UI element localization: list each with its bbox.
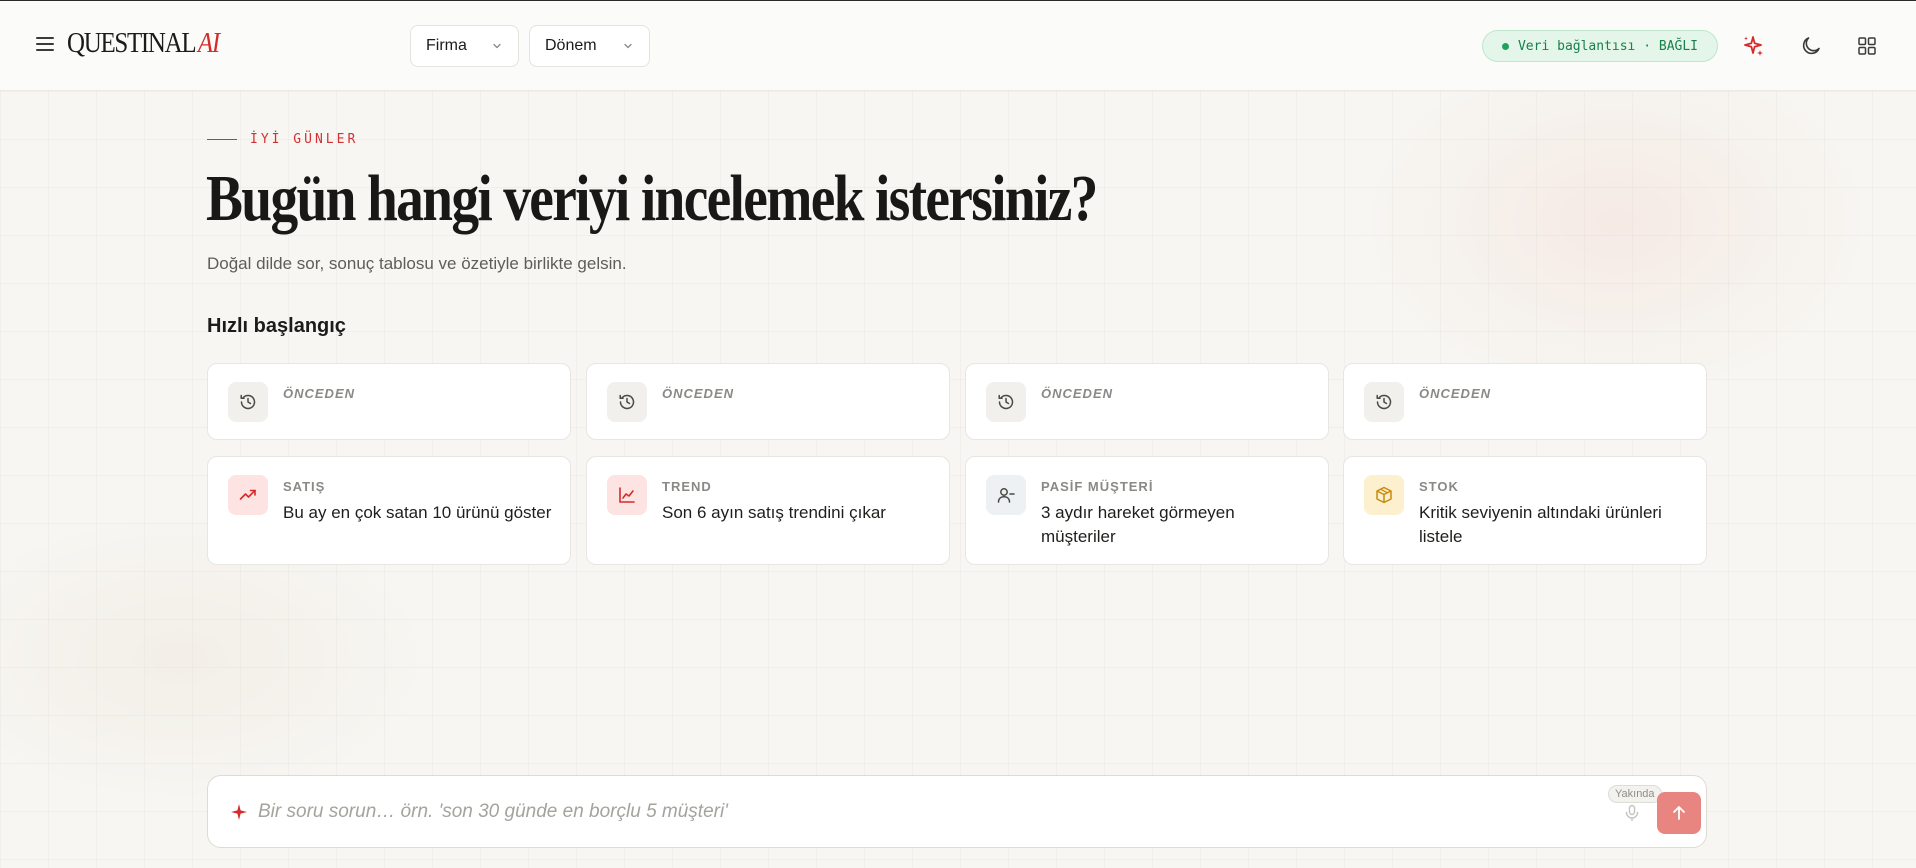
donem-select-label: Dönem bbox=[545, 37, 597, 54]
page-subtitle: Doğal dilde sor, sonuç tablosu ve özetiy… bbox=[207, 254, 627, 273]
card-category: ÖNCEDEN bbox=[1419, 386, 1492, 401]
sparkle-icon[interactable] bbox=[1741, 34, 1765, 58]
history-icon bbox=[607, 382, 647, 422]
firma-select[interactable]: Firma bbox=[410, 25, 519, 67]
card-category: STOK bbox=[1419, 479, 1459, 494]
logo-accent-text: AI bbox=[197, 27, 220, 59]
background-glow bbox=[1356, 41, 1876, 401]
app-logo[interactable]: QUESTINALAI bbox=[67, 27, 220, 60]
history-icon bbox=[228, 382, 268, 422]
donem-select[interactable]: Dönem bbox=[529, 25, 650, 67]
recent-query-card[interactable]: ÖNCEDEN bbox=[1343, 363, 1707, 440]
history-icon bbox=[1364, 382, 1404, 422]
trending-up-icon bbox=[228, 475, 268, 515]
card-text: Son 6 ayın satış trendini çıkar bbox=[662, 503, 886, 522]
card-category: TREND bbox=[662, 479, 712, 494]
quick-start-card-stock[interactable]: STOK Kritik seviyenin altındaki ürünleri… bbox=[1343, 456, 1707, 565]
quick-start-card-trend[interactable]: TREND Son 6 ayın satış trendini çıkar bbox=[586, 456, 950, 565]
quick-start-card-passive-customers[interactable]: PASİF MÜŞTERİ 3 aydır hareket görmeyen m… bbox=[965, 456, 1329, 565]
user-minus-icon bbox=[986, 475, 1026, 515]
status-dot bbox=[1501, 42, 1509, 50]
recent-query-card[interactable]: ÖNCEDEN bbox=[965, 363, 1329, 440]
card-text: 3 aydır hareket görmeyen müşteriler bbox=[1041, 503, 1235, 546]
card-text: Kritik seviyenin altındaki ürünleri list… bbox=[1419, 503, 1662, 546]
top-bar: QUESTINALAI Firma Dönem Veri bağlantısı … bbox=[0, 1, 1916, 91]
card-category: ÖNCEDEN bbox=[662, 386, 735, 401]
chevron-down-icon bbox=[624, 43, 632, 49]
question-input[interactable] bbox=[258, 796, 1498, 828]
line-chart-icon bbox=[607, 475, 647, 515]
connection-status-badge: Veri bağlantısı · BAĞLI bbox=[1482, 30, 1718, 62]
eyebrow-line bbox=[207, 139, 237, 140]
coming-soon-badge: Yakında bbox=[1608, 785, 1662, 803]
page-title: Bugün hangi veriyi incelemek istersiniz? bbox=[206, 162, 1098, 235]
greeting-eyebrow: İYİ GÜNLER bbox=[207, 132, 358, 147]
card-category: PASİF MÜŞTERİ bbox=[1041, 479, 1154, 494]
arrow-up-icon bbox=[1673, 806, 1685, 820]
microphone-icon bbox=[1625, 804, 1639, 822]
quick-start-title: Hızlı başlangıç bbox=[207, 315, 346, 337]
menu-icon[interactable] bbox=[36, 37, 54, 51]
history-icon bbox=[986, 382, 1026, 422]
sparkle-icon bbox=[231, 804, 247, 820]
moon-icon[interactable] bbox=[1799, 34, 1823, 58]
connection-status-text: Veri bağlantısı · BAĞLI bbox=[1517, 38, 1698, 54]
logo-main-text: QUESTINAL bbox=[67, 27, 197, 59]
recent-query-card[interactable]: ÖNCEDEN bbox=[207, 363, 571, 440]
send-button[interactable] bbox=[1657, 792, 1701, 834]
card-category: ÖNCEDEN bbox=[1041, 386, 1114, 401]
chevron-down-icon bbox=[493, 43, 501, 49]
recent-query-card[interactable]: ÖNCEDEN bbox=[586, 363, 950, 440]
package-icon bbox=[1364, 475, 1404, 515]
card-category: ÖNCEDEN bbox=[283, 386, 356, 401]
card-category: SATIŞ bbox=[283, 479, 326, 494]
card-text: Bu ay en çok satan 10 ürünü göster bbox=[283, 503, 552, 522]
greeting-text: İYİ GÜNLER bbox=[250, 132, 359, 147]
quick-start-card-sales[interactable]: SATIŞ Bu ay en çok satan 10 ürünü göster bbox=[207, 456, 571, 565]
firma-select-label: Firma bbox=[426, 37, 467, 54]
grid-icon[interactable] bbox=[1855, 34, 1879, 58]
question-composer: Yakında bbox=[207, 775, 1707, 848]
